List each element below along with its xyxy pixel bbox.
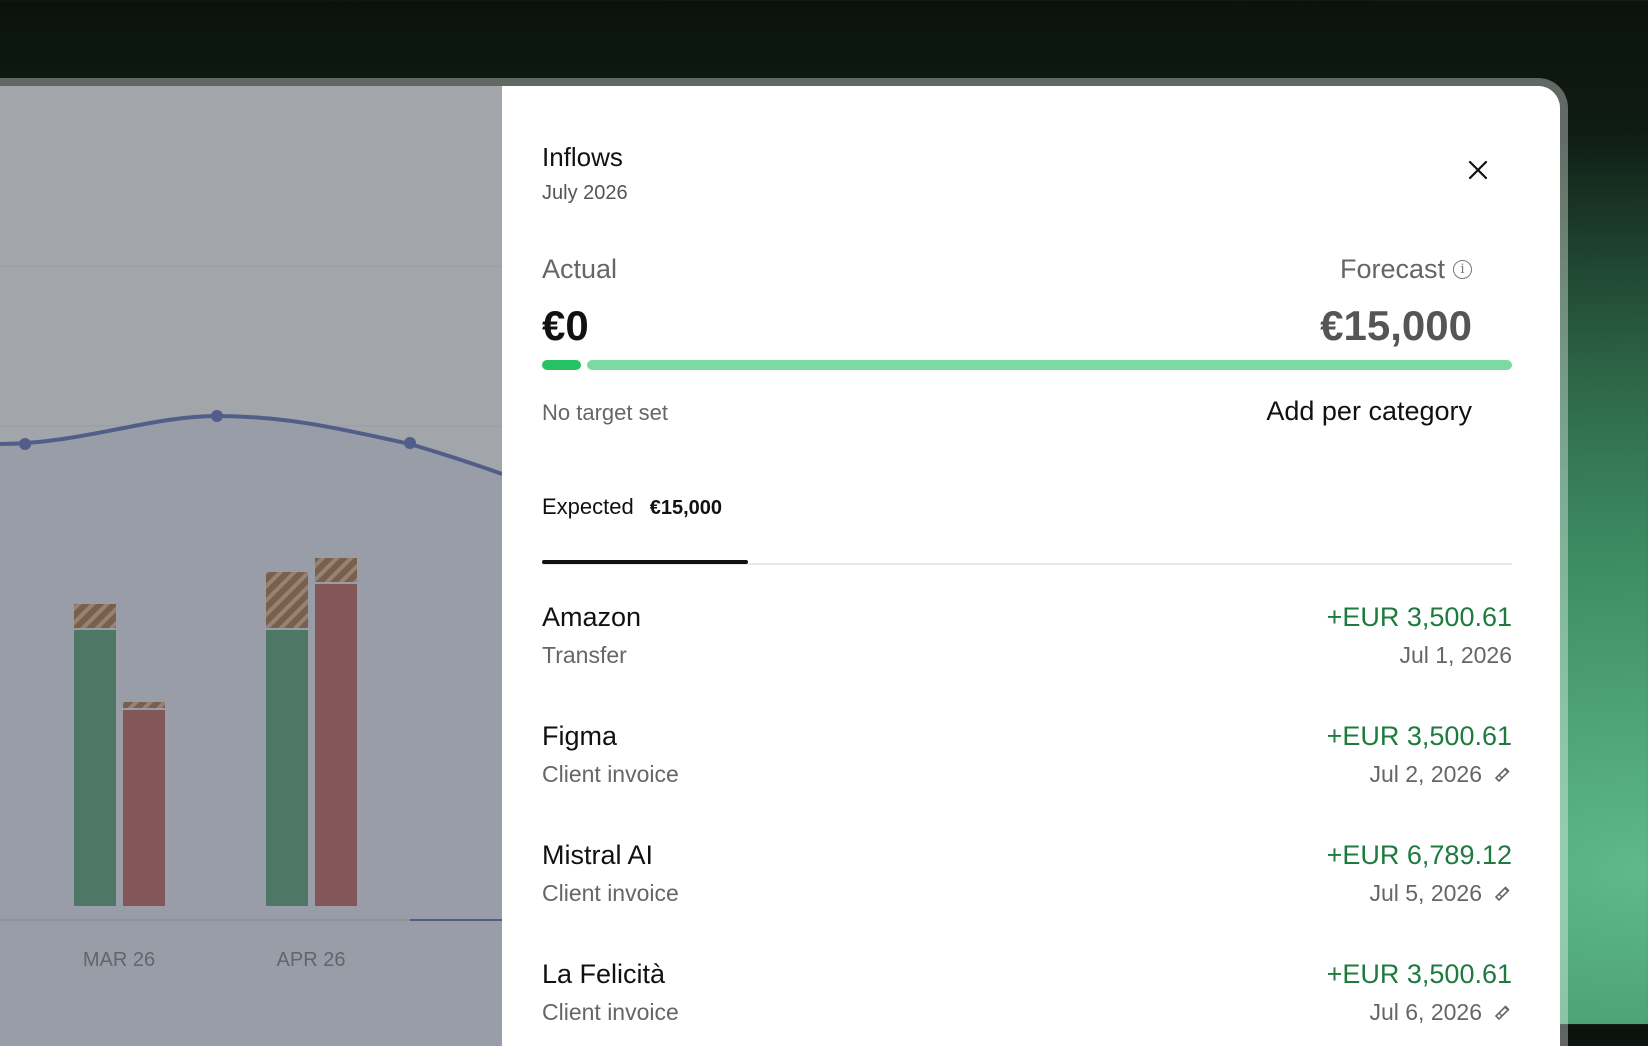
actual-amount: €0	[542, 302, 589, 349]
transaction-amount: +EUR 3,500.61	[1326, 602, 1512, 632]
modal-backdrop[interactable]	[0, 86, 502, 1046]
transaction-date-group: Jul 5, 2026	[1369, 880, 1512, 907]
transaction-date: Jul 2, 2026	[1369, 761, 1482, 787]
transaction-amount: +EUR 3,500.61	[1326, 959, 1512, 989]
close-icon	[1468, 160, 1488, 180]
transaction-amount: +EUR 6,789.12	[1326, 840, 1512, 870]
transaction-date: Jul 5, 2026	[1369, 880, 1482, 906]
transaction-amount: +EUR 3,500.61	[1326, 721, 1512, 751]
tab-count: €15,000	[649, 497, 723, 519]
transaction-row[interactable]: Amazon Transfer +EUR 3,500.61 Jul 1, 202…	[542, 602, 1512, 721]
transaction-date-group: Jul 1, 2026	[1399, 642, 1512, 669]
app-window: MAR 26 APR 26 Inflows July 2026 Actual F…	[0, 86, 1560, 1046]
tab-label: Expected	[542, 494, 634, 519]
transaction-name: Mistral AI	[542, 840, 654, 870]
panel-subtitle: July 2026	[542, 182, 628, 204]
transaction-date-group: Jul 2, 2026	[1369, 761, 1512, 788]
progress-forecast	[587, 360, 1512, 370]
background-chart: MAR 26 APR 26	[0, 86, 502, 1046]
transaction-name: Figma	[542, 721, 618, 751]
transaction-category: Client invoice	[542, 761, 679, 787]
forecast-label: Forecast	[1339, 254, 1445, 284]
transaction-name: Amazon	[542, 602, 642, 632]
recurring-icon	[1494, 1004, 1510, 1020]
transaction-category: Client invoice	[542, 880, 679, 906]
progress-bar	[542, 360, 1512, 370]
transaction-row[interactable]: La Felicità Client invoice +EUR 3,500.61…	[542, 959, 1512, 1046]
inflows-detail-panel: Inflows July 2026 Actual Forecast i €0 €…	[502, 86, 1560, 1046]
forecast-amount: €15,000	[1320, 302, 1472, 349]
panel-title: Inflows	[542, 142, 623, 172]
transaction-date: Jul 1, 2026	[1399, 642, 1512, 668]
forecast-header: Forecast i	[1340, 254, 1472, 285]
transaction-row[interactable]: Mistral AI Client invoice +EUR 6,789.12 …	[542, 840, 1512, 959]
add-per-category-button[interactable]: Add per category	[1266, 396, 1472, 427]
transaction-name: La Felicità	[542, 959, 666, 989]
transaction-row[interactable]: Figma Client invoice +EUR 3,500.61 Jul 2…	[542, 721, 1512, 840]
tab-active-indicator	[542, 560, 748, 564]
transaction-category: Transfer	[542, 642, 627, 668]
recurring-icon	[1494, 766, 1510, 782]
target-status: No target set	[542, 400, 668, 425]
tab-expected[interactable]: Expected €15,000	[542, 494, 722, 520]
info-icon[interactable]: i	[1453, 260, 1472, 279]
transaction-date: Jul 6, 2026	[1369, 999, 1482, 1025]
actual-label: Actual	[542, 254, 618, 284]
close-button[interactable]	[1462, 154, 1494, 186]
transaction-date-group: Jul 6, 2026	[1369, 999, 1512, 1026]
transaction-category: Client invoice	[542, 999, 679, 1025]
transaction-list: Amazon Transfer +EUR 3,500.61 Jul 1, 202…	[542, 602, 1512, 1046]
progress-actual	[542, 360, 581, 370]
recurring-icon	[1494, 885, 1510, 901]
